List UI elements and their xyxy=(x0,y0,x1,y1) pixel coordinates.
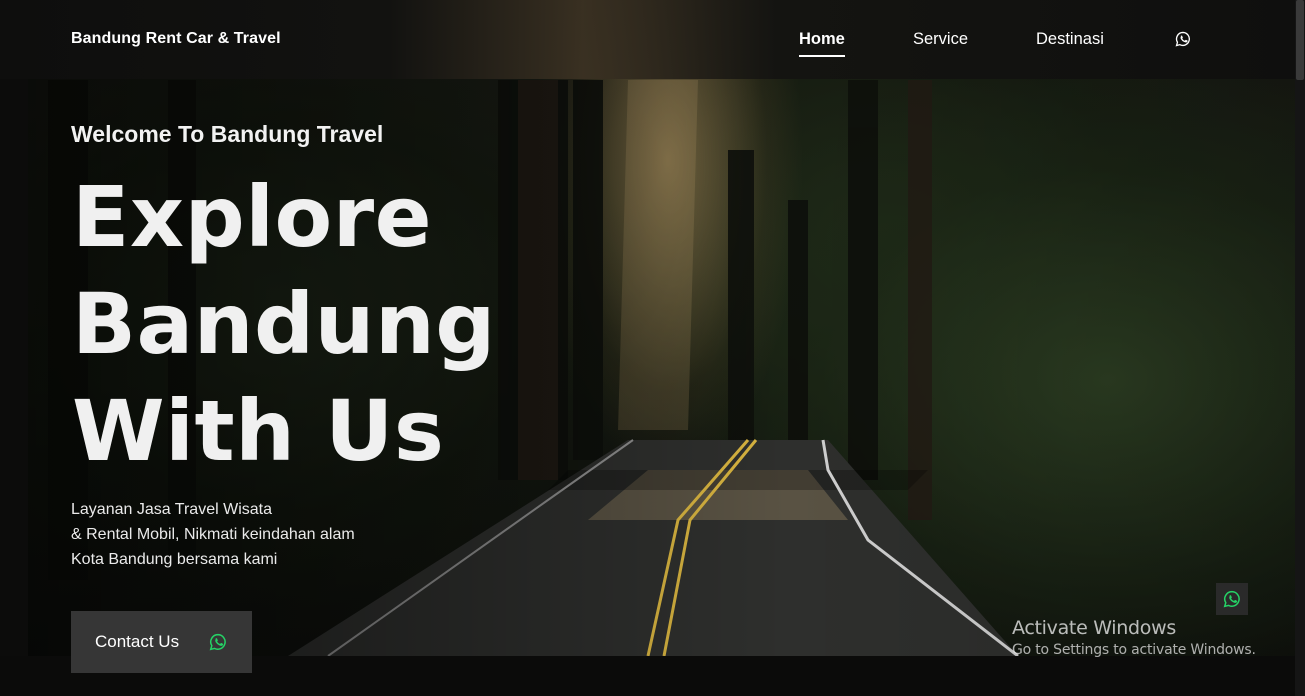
hero-description-line: & Rental Mobil, Nikmati keindahan alam xyxy=(71,526,355,543)
hero-description-line: Layanan Jasa Travel Wisata xyxy=(71,501,272,518)
hero-headline-line: Explore xyxy=(72,168,433,266)
scrollbar[interactable] xyxy=(1295,0,1305,696)
scrollbar-thumb[interactable] xyxy=(1296,0,1304,80)
activate-windows-title: Activate Windows xyxy=(1012,617,1176,639)
nav-link-destinasi[interactable]: Destinasi xyxy=(1036,30,1104,49)
top-navbar: Bandung Rent Car & Travel Home Service D… xyxy=(0,0,1295,79)
page-left-edge xyxy=(0,0,28,696)
hero-headline-line: With Us xyxy=(72,382,445,480)
hero-description-line: Kota Bandung bersama kami xyxy=(71,551,278,568)
nav-link-service[interactable]: Service xyxy=(913,30,968,49)
nav-link-home[interactable]: Home xyxy=(799,30,845,57)
hero-welcome-text: Welcome To Bandung Travel xyxy=(71,121,384,147)
contact-us-button[interactable]: Contact Us xyxy=(71,611,252,673)
activate-windows-subtitle: Go to Settings to activate Windows. xyxy=(1012,642,1256,658)
whatsapp-icon xyxy=(1223,590,1240,608)
hero-headline: Explore Bandung With Us xyxy=(72,164,592,485)
floating-whatsapp-button[interactable] xyxy=(1216,583,1248,615)
whatsapp-icon[interactable] xyxy=(1175,31,1191,47)
hero-description: Layanan Jasa Travel Wisata & Rental Mobi… xyxy=(71,497,431,572)
whatsapp-icon xyxy=(209,633,226,651)
hero-headline-line: Bandung xyxy=(72,275,496,373)
contact-us-label: Contact Us xyxy=(95,632,180,651)
brand-logo-text[interactable]: Bandung Rent Car & Travel xyxy=(71,30,281,48)
